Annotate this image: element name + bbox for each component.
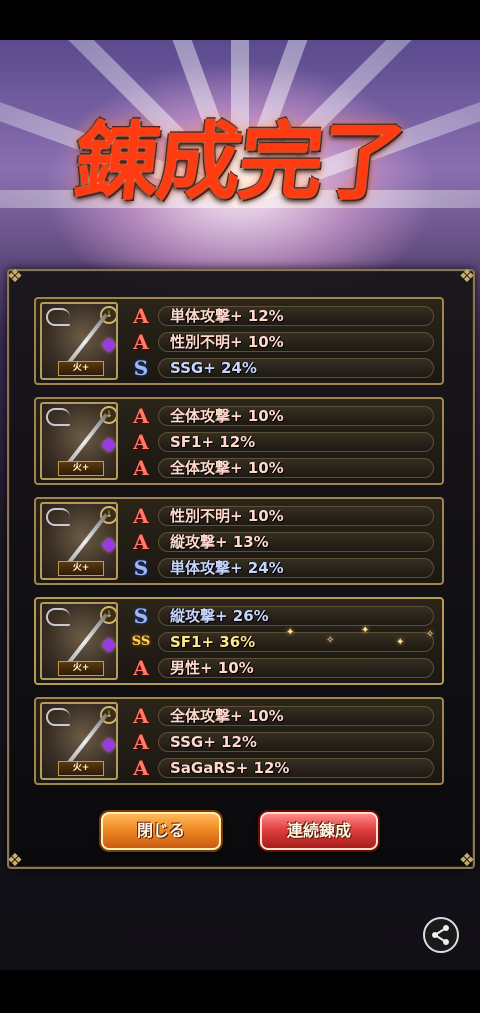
result-card[interactable]: ↓ 火+ S 縦攻撃+ 26% SS SF1+ 36% A 男性+ 10% ✦ ✧ ✦…	[34, 597, 444, 685]
weapon-portrait: ↓ 火+	[40, 702, 118, 780]
rank-s-icon: S	[133, 356, 149, 380]
sparkle-icon: ✧	[426, 629, 435, 640]
weapon-portrait: ↓ 火+	[40, 502, 118, 580]
effect-row: A 性別不明+ 10%	[128, 331, 436, 353]
continue-synthesis-button[interactable]: 連続錬成	[260, 812, 378, 850]
rank-a-icon: A	[133, 530, 149, 554]
rank-a-icon: A	[133, 504, 149, 528]
element-tag: 火+	[58, 661, 104, 676]
effect-row: A SSG+ 12%	[128, 731, 436, 753]
effect-text: 縦攻撃+ 26%	[170, 607, 269, 625]
rank-a-icon: A	[133, 456, 149, 480]
effect-row: A 縦攻撃+ 13%	[128, 531, 436, 553]
effect-text: SSG+ 12%	[170, 733, 257, 751]
effect-row: A SaGaRS+ 12%	[128, 757, 436, 779]
rank-a-icon: A	[133, 330, 149, 354]
rank-a-icon: A	[133, 704, 149, 728]
effect-text: 全体攻撃+ 10%	[170, 707, 284, 725]
effect-text: 全体攻撃+ 10%	[170, 407, 284, 425]
page-title: 錬成完了	[70, 112, 409, 211]
effect-row: SS SF1+ 36%	[128, 631, 436, 653]
share-icon	[432, 925, 449, 945]
rank-a-icon: A	[133, 730, 149, 754]
weapon-portrait: ↓ 火+	[40, 402, 118, 480]
element-tag: 火+	[58, 761, 104, 776]
swirl-icon	[46, 708, 70, 726]
ornament-icon: ❖	[6, 850, 24, 871]
rank-a-icon: A	[133, 430, 149, 454]
effect-text: SF1+ 36%	[170, 633, 256, 651]
weapon-portrait: ↓ 火+	[40, 602, 118, 680]
sparkle-icon: ✦	[286, 627, 295, 638]
swirl-icon	[46, 308, 70, 326]
weapon-portrait: ↓ 火+	[40, 302, 118, 380]
effect-text: 縦攻撃+ 13%	[170, 533, 269, 551]
result-card[interactable]: ↓ 火+ A 性別不明+ 10% A 縦攻撃+ 13% S 単体攻撃+ 24%	[34, 497, 444, 585]
swirl-icon	[46, 408, 70, 426]
effect-row: A SF1+ 12%	[128, 431, 436, 453]
element-tag: 火+	[58, 561, 104, 576]
element-tag: 火+	[58, 361, 104, 376]
effect-text: SSG+ 24%	[170, 359, 257, 377]
rank-s-icon: S	[133, 556, 149, 580]
rank-ss-icon: SS	[131, 634, 151, 649]
result-card[interactable]: ↓ 火+ A 単体攻撃+ 12% A 性別不明+ 10% S SSG+ 24%	[34, 297, 444, 385]
effect-row: A 男性+ 10%	[128, 657, 436, 679]
effect-text: 男性+ 10%	[170, 659, 254, 677]
rank-a-icon: A	[133, 404, 149, 428]
swirl-icon	[46, 608, 70, 626]
effect-row: S 単体攻撃+ 24%	[128, 557, 436, 579]
close-button[interactable]: 閉じる	[101, 812, 221, 850]
rank-a-icon: A	[133, 304, 149, 328]
sparkle-icon: ✧	[326, 635, 335, 646]
effect-text: SF1+ 12%	[170, 433, 256, 451]
gem-icon	[101, 337, 116, 353]
effect-text: 性別不明+ 10%	[170, 507, 284, 525]
effect-row: S SSG+ 24%	[128, 357, 436, 379]
effect-row: A 性別不明+ 10%	[128, 505, 436, 527]
share-button[interactable]	[423, 917, 459, 953]
effect-row: A 全体攻撃+ 10%	[128, 405, 436, 427]
rank-a-icon: A	[133, 656, 149, 680]
rank-s-icon: S	[133, 604, 149, 628]
effect-text: 全体攻撃+ 10%	[170, 459, 284, 477]
result-card[interactable]: ↓ 火+ A 全体攻撃+ 10% A SF1+ 12% A 全体攻撃+ 10%	[34, 397, 444, 485]
effect-row: A 全体攻撃+ 10%	[128, 705, 436, 727]
ornament-icon: ❖	[458, 850, 476, 871]
sparkle-icon: ✦	[361, 625, 370, 636]
element-tag: 火+	[58, 461, 104, 476]
gem-icon	[101, 737, 116, 753]
sparkle-icon: ✦	[396, 637, 405, 648]
gem-icon	[101, 637, 116, 653]
effect-row: A 全体攻撃+ 10%	[128, 457, 436, 479]
gem-icon	[101, 537, 116, 553]
effect-text: 単体攻撃+ 12%	[170, 307, 284, 325]
gem-icon	[101, 437, 116, 453]
ornament-icon: ❖	[458, 266, 476, 287]
effect-text: 単体攻撃+ 24%	[170, 559, 284, 577]
effect-row: S 縦攻撃+ 26%	[128, 605, 436, 627]
swirl-icon	[46, 508, 70, 526]
ornament-icon: ❖	[6, 266, 24, 287]
effect-row: A 単体攻撃+ 12%	[128, 305, 436, 327]
result-card[interactable]: ↓ 火+ A 全体攻撃+ 10% A SSG+ 12% A SaGaRS+ 12%	[34, 697, 444, 785]
effect-text: SaGaRS+ 12%	[170, 759, 290, 777]
effect-text: 性別不明+ 10%	[170, 333, 284, 351]
rank-a-icon: A	[133, 756, 149, 780]
